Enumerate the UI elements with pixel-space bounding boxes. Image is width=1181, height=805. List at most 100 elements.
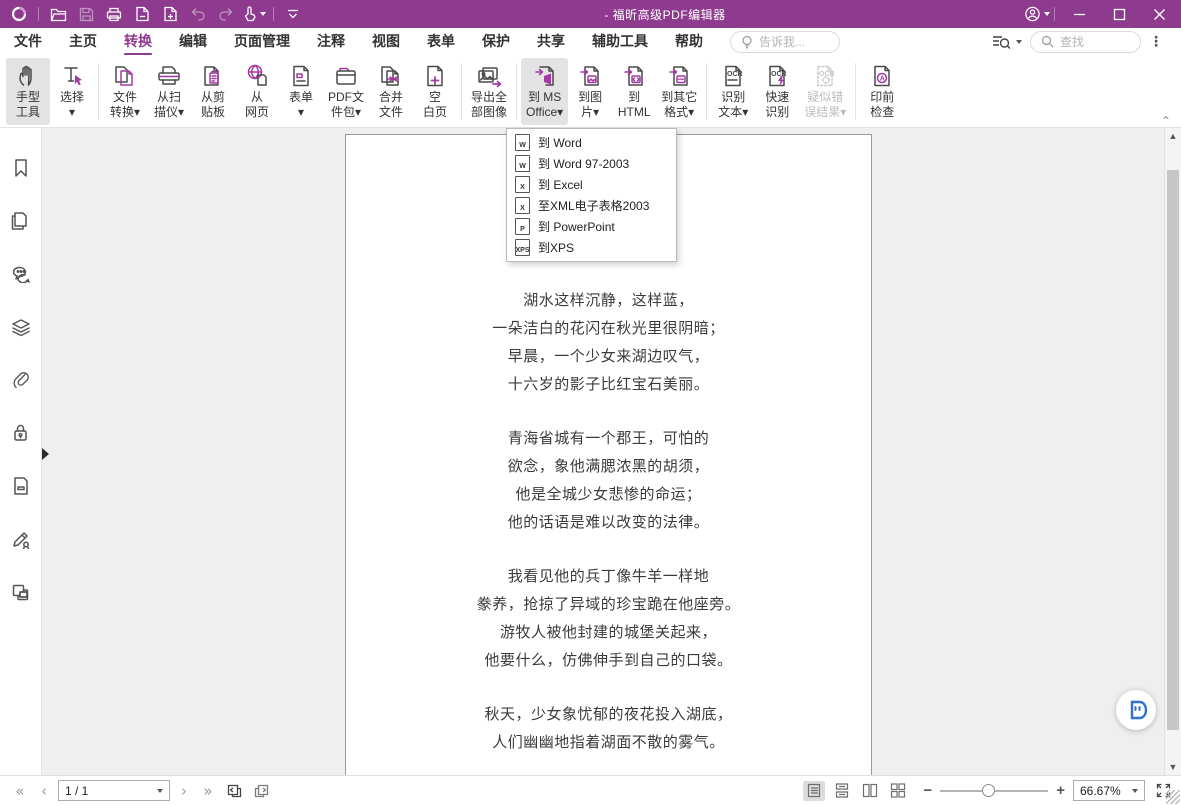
tab-edit[interactable]: 编辑 [179, 28, 207, 55]
poem-line: 秋天，少女象忧郁的夜花投入湖底， [484, 707, 733, 723]
quick-recognize-button[interactable]: OCR 快速 识别 [755, 58, 799, 125]
zoom-level-select[interactable]: 66.67% [1073, 780, 1145, 801]
to-html-button[interactable]: 到 HTML [612, 58, 656, 125]
from-clipboard-button[interactable]: 从剪 贴板 [191, 58, 235, 125]
articles-icon[interactable] [9, 580, 33, 604]
from-scanner-button[interactable]: 从扫 描仪▾ [147, 58, 191, 125]
last-page-button[interactable]: » [198, 782, 218, 800]
menu-item-to-word[interactable]: W 到 Word [507, 132, 676, 153]
app-window: - 福昕高级PDF编辑器 文件 主页 转换 编辑 页面管理 注释 视图 表单 保… [0, 0, 1181, 805]
find-input[interactable] [1060, 34, 1130, 49]
tab-share[interactable]: 共享 [537, 28, 565, 55]
select-tool-icon [59, 62, 85, 90]
export-all-images-button[interactable]: 导出全 部图像 [466, 58, 512, 125]
maximize-button[interactable] [1099, 0, 1139, 28]
scroll-up-arrow[interactable]: ▲ [1165, 128, 1181, 144]
single-page-view-button[interactable] [803, 780, 826, 801]
first-page-button[interactable]: « [10, 782, 30, 800]
to-other-format-button[interactable]: 到其它 格式▾ [656, 58, 702, 125]
convert-file-button[interactable]: 文件 转换▾ [103, 58, 147, 125]
menu-item-to-word-97-2003[interactable]: W 到 Word 97-2003 [507, 153, 676, 174]
new-document-icon[interactable] [157, 2, 183, 26]
tell-me-input[interactable] [759, 34, 829, 49]
tab-accessibility[interactable]: 辅助工具 [592, 28, 648, 55]
facing-view-button[interactable] [859, 781, 881, 801]
minimize-button[interactable] [1059, 0, 1099, 28]
previous-page-button[interactable]: ‹ [34, 782, 54, 800]
next-page-button[interactable]: › [174, 782, 194, 800]
tab-home[interactable]: 主页 [69, 28, 97, 55]
layers-icon[interactable] [9, 315, 33, 339]
scrollbar-thumb[interactable] [1167, 170, 1179, 730]
menu-item-to-xps[interactable]: XPS 到XPS [507, 237, 676, 258]
open-file-icon[interactable] [45, 2, 71, 26]
select-tool-button[interactable]: 选择 ▾ [50, 58, 94, 125]
signatures-icon[interactable] [9, 527, 33, 551]
more-options-icon[interactable]: ⋮ [1149, 33, 1163, 50]
recognize-text-button[interactable]: OCR 识别 文本▾ [711, 58, 755, 125]
ribbon-group-export: 到 MS Office▾ 到图 片▾ 到 HTML 到其它 格式▾ [521, 58, 702, 125]
create-pdf-icon[interactable] [129, 2, 155, 26]
tab-form[interactable]: 表单 [427, 28, 455, 55]
tab-file[interactable]: 文件 [14, 28, 42, 55]
tab-protect[interactable]: 保护 [482, 28, 510, 55]
destinations-icon[interactable] [9, 474, 33, 498]
tab-help[interactable]: 帮助 [675, 28, 703, 55]
security-icon[interactable] [9, 421, 33, 445]
group-separator [706, 63, 708, 120]
to-image-button[interactable]: 到图 片▾ [568, 58, 612, 125]
collapse-ribbon-icon[interactable]: ⌃ [1161, 115, 1171, 127]
ocr-suspects-button: OCR 疑似错 误结果▾ [799, 58, 851, 125]
menu-item-to-excel[interactable]: X 到 Excel [507, 174, 676, 195]
touch-mode-icon[interactable] [241, 2, 267, 26]
page-indicator-select[interactable]: 1 / 1 [58, 780, 170, 801]
comments-icon[interactable] [9, 262, 33, 286]
zoom-slider[interactable] [940, 783, 1049, 797]
ai-assistant-button[interactable] [1116, 690, 1156, 730]
preflight-button[interactable]: A 印前 检查 [860, 58, 904, 125]
menu-item-to-xml-spreadsheet-2003[interactable]: X 至XML电子表格2003 [507, 195, 676, 216]
vertical-scrollbar[interactable]: ▲ ▼ [1164, 128, 1181, 775]
pdf-portfolio-button[interactable]: PDF文 件包▾ [323, 58, 369, 125]
menu-item-label: 到 Word [538, 136, 582, 150]
save-icon[interactable] [73, 2, 99, 26]
tab-comment[interactable]: 注释 [317, 28, 345, 55]
hand-tool-button[interactable]: 手型 工具 [6, 58, 50, 125]
find-search[interactable] [1030, 30, 1141, 53]
to-ms-office-button[interactable]: 到 MS Office▾ [521, 58, 569, 125]
page-thumbnails-icon[interactable] [9, 209, 33, 233]
scrollbar-track[interactable] [1165, 144, 1181, 759]
resize-grip[interactable] [1166, 790, 1180, 804]
continuous-view-button[interactable] [831, 781, 853, 801]
zoom-slider-handle[interactable] [982, 783, 996, 797]
customize-toolbar-icon[interactable] [280, 2, 306, 26]
window-title: - 福昕高级PDF编辑器 [604, 7, 726, 22]
combine-files-button[interactable]: 合并 文件 [369, 58, 413, 125]
tab-convert[interactable]: 转换 [124, 28, 152, 56]
chevron-down-icon [157, 788, 163, 793]
ribbon-convert: 手型 工具 选择 ▾ 文件 转换▾ 从扫 描仪▾ 从剪 贴板 从 网页 表单 ▾… [0, 55, 1181, 128]
tab-view[interactable]: 视图 [372, 28, 400, 55]
tab-organize[interactable]: 页面管理 [234, 28, 290, 55]
account-icon[interactable] [1024, 2, 1050, 26]
tell-me-search[interactable] [730, 30, 840, 53]
bookmarks-icon[interactable] [9, 156, 33, 180]
attachments-icon[interactable] [9, 368, 33, 392]
print-icon[interactable] [101, 2, 127, 26]
menu-item-to-powerpoint[interactable]: P 到 PowerPoint [507, 216, 676, 237]
zoom-in-button[interactable]: + [1056, 782, 1065, 799]
redo-icon[interactable] [213, 2, 239, 26]
blank-page-button[interactable]: 空 白页 [413, 58, 457, 125]
separator [38, 7, 39, 21]
form-button[interactable]: 表单 ▾ [279, 58, 323, 125]
expand-panel-arrow[interactable] [42, 448, 49, 460]
scroll-down-arrow[interactable]: ▼ [1165, 759, 1181, 775]
zoom-out-button[interactable]: − [923, 782, 932, 799]
undo-icon[interactable] [185, 2, 211, 26]
from-web-button[interactable]: 从 网页 [235, 58, 279, 125]
previous-view-icon[interactable] [222, 780, 246, 802]
advanced-search-icon[interactable] [992, 34, 1022, 50]
close-button[interactable] [1139, 0, 1179, 28]
facing-continuous-view-button[interactable] [887, 781, 909, 801]
next-view-icon[interactable] [250, 780, 274, 802]
